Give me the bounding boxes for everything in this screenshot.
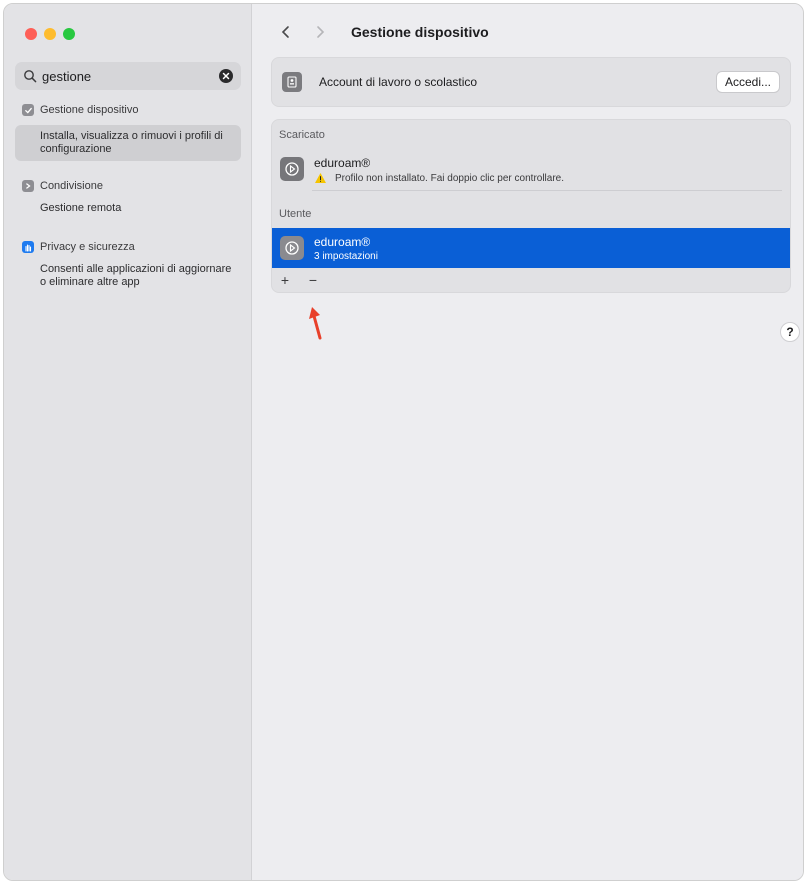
downloaded-profile-row[interactable]: eduroam® Profilo non installato. Fai dop… <box>272 149 790 190</box>
sidebar-result-remote-management[interactable]: Gestione remota <box>15 199 241 218</box>
sidebar-group-sharing: Condivisione Gestione remota <box>15 176 241 218</box>
user-profile-row[interactable]: eduroam® 3 impostazioni <box>272 228 790 268</box>
forward-button[interactable] <box>309 21 331 43</box>
chevron-left-icon <box>281 26 289 38</box>
gear-icon <box>22 104 34 116</box>
add-profile-button[interactable]: + <box>278 273 292 287</box>
section-heading-downloaded: Scaricato <box>279 128 325 141</box>
privacy-hand-icon <box>22 241 34 253</box>
settings-window: Gestione dispositivo Installa, visualizz… <box>3 3 804 881</box>
search-input[interactable] <box>42 68 219 84</box>
minimize-window-button[interactable] <box>44 28 56 40</box>
window-controls <box>25 28 75 40</box>
profiles-list: Scaricato eduroam® Profilo non installat… <box>271 119 791 293</box>
sidebar-item-privacy[interactable]: Privacy e sicurezza <box>15 237 241 257</box>
warning-icon <box>315 173 326 183</box>
sign-in-button[interactable]: Accedi... <box>715 71 780 93</box>
sidebar-item-label: Condivisione <box>40 180 103 192</box>
list-toolbar: + − <box>272 268 790 292</box>
close-window-button[interactable] <box>25 28 37 40</box>
profile-name: eduroam® <box>314 156 371 170</box>
remove-profile-button[interactable]: − <box>306 273 320 287</box>
sidebar-item-label: Gestione dispositivo <box>40 104 139 116</box>
toolbar: Gestione dispositivo <box>275 21 489 43</box>
profile-status: Profilo non installato. Fai doppio clic … <box>314 172 564 184</box>
clear-search-icon[interactable] <box>219 69 233 83</box>
page-title: Gestione dispositivo <box>351 24 489 40</box>
row-divider <box>312 190 782 191</box>
search-icon <box>24 70 37 83</box>
sidebar: Gestione dispositivo Installa, visualizz… <box>4 4 252 880</box>
sidebar-item-sharing[interactable]: Condivisione <box>15 176 241 196</box>
sidebar-result-app-management[interactable]: Consenti alle applicazioni di aggiornare… <box>15 260 241 292</box>
sidebar-item-label: Privacy e sicurezza <box>40 241 135 253</box>
sidebar-group-privacy: Privacy e sicurezza Consenti alle applic… <box>15 237 241 292</box>
profile-settings-count: 3 impostazioni <box>314 251 378 262</box>
sidebar-result-profiles[interactable]: Installa, visualizza o rimuovi i profili… <box>15 125 241 161</box>
id-badge-icon <box>282 72 302 92</box>
search-field[interactable] <box>15 62 241 90</box>
annotation-arrow-icon <box>309 307 322 340</box>
sharing-icon <box>22 180 34 192</box>
chevron-right-icon <box>317 26 325 38</box>
sidebar-item-device-management[interactable]: Gestione dispositivo <box>15 100 241 120</box>
profile-name: eduroam® <box>314 235 371 249</box>
profile-gear-icon <box>280 157 304 181</box>
account-label: Account di lavoro o scolastico <box>319 75 478 89</box>
profile-gear-icon <box>280 236 304 260</box>
profile-status-text: Profilo non installato. Fai doppio clic … <box>335 172 565 184</box>
back-button[interactable] <box>275 21 297 43</box>
help-button[interactable]: ? <box>780 322 800 342</box>
zoom-window-button[interactable] <box>63 28 75 40</box>
main-pane: Gestione dispositivo Account di lavoro o… <box>253 4 803 880</box>
sidebar-group-device-management: Gestione dispositivo Installa, visualizz… <box>15 100 241 161</box>
section-heading-user: Utente <box>279 207 312 220</box>
work-school-account-card: Account di lavoro o scolastico Accedi... <box>271 57 791 107</box>
